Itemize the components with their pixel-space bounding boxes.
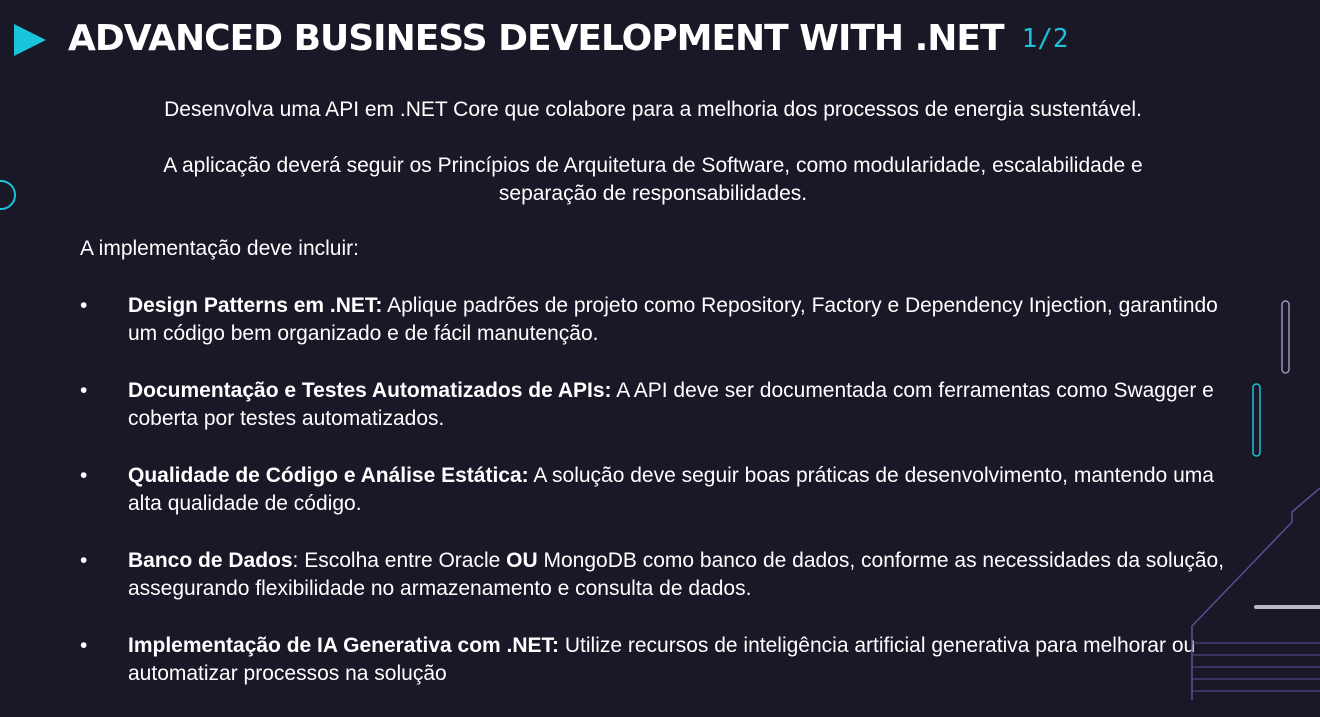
requirements-list: • Design Patterns em .NET: Aplique padrõ… (80, 292, 1230, 717)
bullet-icon: • (80, 464, 88, 487)
pill-accent-icon (1252, 383, 1261, 457)
item-title: Documentação e Testes Automatizados de A… (128, 379, 612, 402)
item-title: Qualidade de Código e Análise Estática: (128, 464, 529, 487)
item-title: Implementação de IA Generativa com .NET: (128, 634, 560, 657)
item-emphasis: OU (506, 549, 538, 572)
pill-outline-icon (1281, 300, 1290, 374)
play-icon (14, 24, 46, 56)
item-text: : Escolha entre Oracle (292, 549, 507, 572)
requirements-heading: A implementação deve incluir: (80, 237, 359, 260)
bullet-icon: • (80, 549, 88, 572)
intro-paragraph-1: Desenvolva uma API em .NET Core que cola… (164, 98, 1142, 121)
header: ADVANCED BUSINESS DEVELOPMENT WITH .NET 1… (68, 18, 1069, 59)
item-title: Design Patterns em .NET: (128, 294, 383, 317)
page-counter: 1/2 (1021, 23, 1069, 54)
ring-icon (0, 180, 16, 210)
list-item: • Documentação e Testes Automatizados de… (80, 377, 1230, 462)
list-item: • Design Patterns em .NET: Aplique padrõ… (80, 292, 1230, 377)
list-item: • Banco de Dados: Escolha entre Oracle O… (80, 547, 1230, 632)
bullet-icon: • (80, 379, 88, 402)
item-title: Banco de Dados (128, 549, 293, 572)
bullet-icon: • (80, 294, 88, 317)
intro-paragraph-2: A aplicação deverá seguir os Princípios … (80, 152, 1226, 208)
intro-paragraph-2-line-2: separação de responsabilidades. (498, 182, 808, 205)
list-item: • Qualidade de Código e Análise Estática… (80, 462, 1230, 547)
bullet-icon: • (80, 634, 88, 657)
page-title: ADVANCED BUSINESS DEVELOPMENT WITH .NET (68, 18, 1005, 59)
circuit-line (1191, 487, 1320, 700)
intro-paragraph-2-line-1: A aplicação deverá seguir os Princípios … (163, 154, 1143, 177)
circuit-decoration (1191, 300, 1320, 700)
list-item: • Implementação de IA Generativa com .NE… (80, 632, 1230, 717)
